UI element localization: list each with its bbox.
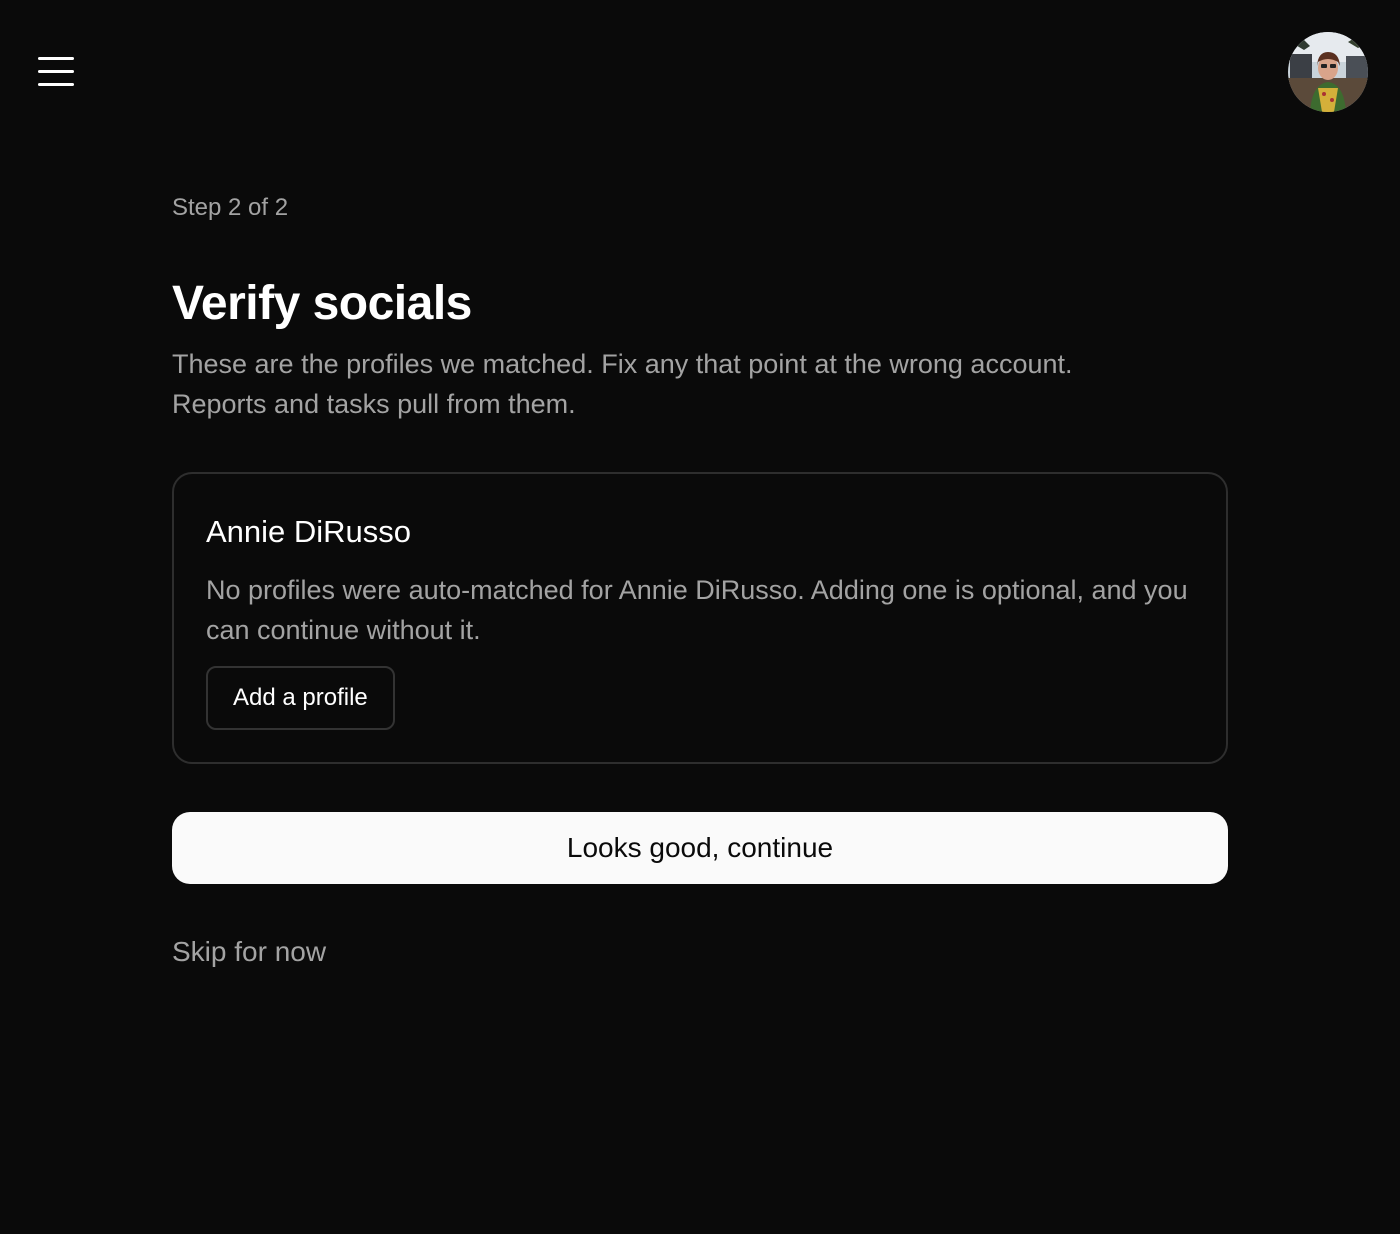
avatar[interactable] [1288, 32, 1368, 112]
skip-link[interactable]: Skip for now [172, 932, 326, 972]
avatar-photo [1288, 32, 1368, 112]
continue-button[interactable]: Looks good, continue [172, 812, 1228, 884]
add-profile-button[interactable]: Add a profile [206, 666, 395, 730]
hamburger-line [38, 57, 74, 60]
hamburger-menu-icon[interactable] [38, 56, 74, 88]
step-indicator: Step 2 of 2 [172, 194, 289, 221]
person-name: Annie DiRusso [206, 514, 412, 549]
page-subtitle: These are the profiles we matched. Fix a… [172, 349, 1073, 419]
hamburger-line [38, 83, 74, 86]
hamburger-line [38, 70, 74, 73]
no-profiles-message: No profiles were auto-matched for Annie … [206, 575, 1188, 645]
page-title: Verify socials [172, 277, 472, 330]
person-card: Annie DiRusso No profiles were auto-matc… [172, 472, 1228, 764]
page: Step 2 of 2 Verify socials These are the… [0, 0, 1400, 1234]
